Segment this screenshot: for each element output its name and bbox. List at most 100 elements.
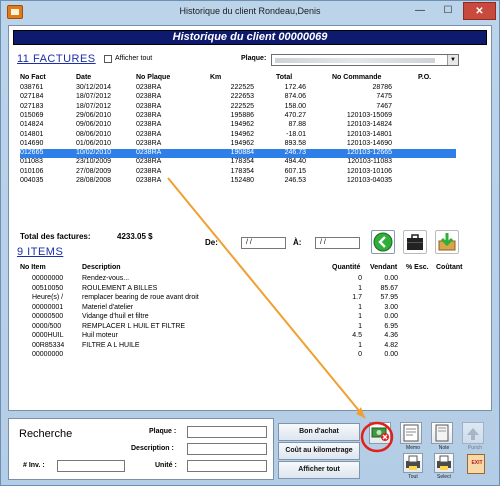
col-total[interactable]: Total: [276, 74, 292, 81]
download-button[interactable]: [435, 230, 459, 254]
printer-all-icon: [406, 455, 420, 470]
cell-commande: 120103-04035: [346, 177, 392, 184]
cell-no: 014824: [20, 121, 44, 129]
tout-label: Tout: [408, 474, 418, 480]
note-button[interactable]: [431, 422, 453, 444]
cell-no: 038761: [20, 84, 44, 91]
refresh-icon: [373, 232, 393, 252]
refresh-button[interactable]: [371, 230, 395, 254]
minimize-button[interactable]: —: [407, 2, 433, 20]
col-km[interactable]: Km: [210, 74, 221, 81]
date-to-field[interactable]: / /: [315, 237, 360, 249]
cell-qty: 1: [358, 313, 362, 320]
title-bar[interactable]: Historique du client Rondeau,Denis — ☐ ✕: [1, 1, 499, 23]
search-description-input[interactable]: [187, 443, 267, 455]
table-row[interactable]: 011083 23/10/2009 0238RA 178354 494.40 120103…: [20, 158, 456, 167]
cell-date: 10/02/2010: [76, 149, 112, 157]
cell-total: 494.40: [284, 158, 306, 166]
afficher-tout-button[interactable]: Afficher tout: [278, 461, 360, 479]
col-quantite[interactable]: Quantité: [332, 264, 360, 271]
search-plaque-input[interactable]: [187, 426, 267, 438]
col-no-commande[interactable]: No Commande: [332, 74, 381, 81]
list-item[interactable]: 00000000 Rendez-vous... 0 0.00: [20, 275, 456, 284]
table-row[interactable]: 012665 10/02/2010 0238RA 190884 246.73 120103…: [20, 149, 456, 159]
cell-plaque: 0238RA: [136, 121, 162, 129]
table-row[interactable]: 038761 30/12/2014 0238RA 222525 172.46 28786: [20, 84, 456, 93]
print-select-button[interactable]: [434, 453, 454, 473]
search-inv-label: # Inv. :: [23, 462, 45, 469]
cell-no: 014690: [20, 139, 44, 147]
table-row[interactable]: 014824 09/06/2010 0238RA 194962 87.88 120103-…: [20, 121, 456, 130]
briefcase-button[interactable]: [403, 230, 427, 254]
col-esc[interactable]: % Esc.: [406, 264, 429, 271]
cell-plaque: 0238RA: [136, 84, 162, 91]
col-description[interactable]: Description: [82, 264, 121, 271]
print-all-button[interactable]: [403, 453, 423, 473]
cout-km-button[interactable]: Coût au kilometrage: [278, 442, 360, 460]
date-from-field[interactable]: / /: [241, 237, 286, 249]
col-date[interactable]: Date: [76, 74, 91, 81]
search-unite-input[interactable]: [187, 460, 267, 472]
table-row[interactable]: 014801 08/06/2010 0238RA 194962 -18.01 120103…: [20, 131, 456, 140]
list-item[interactable]: 0000/500 REMPLACER L HUIL ET FILTRE 1 6.95: [20, 323, 456, 332]
cell-qty: 1: [358, 303, 362, 311]
cell-qty: 1.7: [352, 294, 362, 301]
list-item[interactable]: Heure(s) / remplacer bearing de roue avan…: [20, 294, 456, 303]
cell-vendant: 3.00: [384, 303, 398, 311]
cell-total: 246.73: [284, 149, 306, 157]
table-row[interactable]: 027183 18/07/2012 0238RA 222525 158.00 7467: [20, 103, 456, 112]
table-row[interactable]: 004035 28/08/2008 0238RA 152480 246.53 120103…: [20, 177, 456, 186]
list-item[interactable]: 00510050 ROULEMENT A BILLES 1 85.67: [20, 285, 456, 294]
memo-button[interactable]: [400, 422, 422, 444]
factures-title: 11 FACTURES: [17, 53, 96, 65]
col-no-item[interactable]: No Item: [20, 264, 46, 271]
cell-commande: 120103-14801: [346, 130, 392, 138]
list-item[interactable]: 00000500 Vidange d'huil et filtre 1 0.00: [20, 313, 456, 322]
col-vendant[interactable]: Vendant: [370, 264, 397, 271]
cell-plaque: 0238RA: [136, 177, 162, 184]
cell-date: 01/06/2010: [76, 139, 112, 147]
cell-qty: 0: [358, 275, 362, 282]
search-inv-input[interactable]: [57, 460, 125, 472]
plaque-select[interactable]: ▼: [271, 54, 459, 66]
cell-km: 222525: [230, 102, 254, 110]
col-no-fact[interactable]: No Fact: [20, 74, 46, 81]
maximize-button[interactable]: ☐: [435, 2, 461, 20]
list-item[interactable]: 00R85334 FILTRE A L HUILE 1 4.82: [20, 342, 456, 351]
table-row[interactable]: 010106 27/08/2009 0238RA 178354 607.15 120103…: [20, 168, 456, 177]
col-coutant[interactable]: Coûtant: [436, 264, 462, 271]
cell-commande: 120103-12665: [346, 149, 392, 157]
cell-plaque: 0238RA: [136, 158, 162, 166]
list-item[interactable]: 00000001 Materiel d'atelier 1 3.00: [20, 304, 456, 313]
col-po[interactable]: P.O.: [418, 74, 431, 81]
cell-total: 893.58: [284, 139, 306, 147]
show-all-checkbox[interactable]: [104, 55, 112, 63]
chevron-down-icon[interactable]: ▼: [447, 55, 458, 65]
cell-total: 172.46: [284, 84, 306, 91]
cell-qty: 0: [358, 351, 362, 358]
cell-date: 09/06/2010: [76, 121, 112, 129]
cell-total: 246.53: [284, 177, 306, 184]
cell-qty: 4.5: [352, 332, 362, 339]
cell-date: 18/07/2012: [76, 102, 112, 110]
table-row[interactable]: 014690 01/06/2010 0238RA 194962 893.58 120103…: [20, 140, 456, 149]
cell-no: 027183: [20, 102, 44, 110]
cell-commande: 28786: [372, 84, 392, 91]
list-item[interactable]: 00000000 0 0.00: [20, 351, 456, 360]
table-row[interactable]: 015069 29/06/2010 0238RA 195886 470.27 120103…: [20, 112, 456, 121]
bon-achat-button[interactable]: Bon d'achat: [278, 423, 360, 441]
list-item[interactable]: 0000HUIL Huil moteur 4.5 4.36: [20, 332, 456, 341]
cell-plaque: 0238RA: [136, 139, 162, 147]
search-panel: Recherche Plaque : Description : # Inv. …: [8, 418, 274, 480]
cell-no: 00000000: [32, 275, 64, 282]
cell-commande: 120103-10106: [346, 167, 392, 175]
col-no-plaque[interactable]: No Plaque: [136, 74, 170, 81]
exit-button[interactable]: EXIT: [467, 454, 485, 474]
cell-plaque: 0238RA: [136, 167, 162, 175]
cell-date: 23/10/2009: [76, 158, 112, 166]
close-button[interactable]: ✕: [463, 2, 496, 20]
money-cancel-button[interactable]: [369, 422, 391, 444]
table-row[interactable]: 027184 18/07/2012 0238RA 222653 874.06 7475: [20, 93, 456, 102]
punch-button[interactable]: [462, 422, 484, 444]
cell-km: 152480: [230, 177, 254, 184]
